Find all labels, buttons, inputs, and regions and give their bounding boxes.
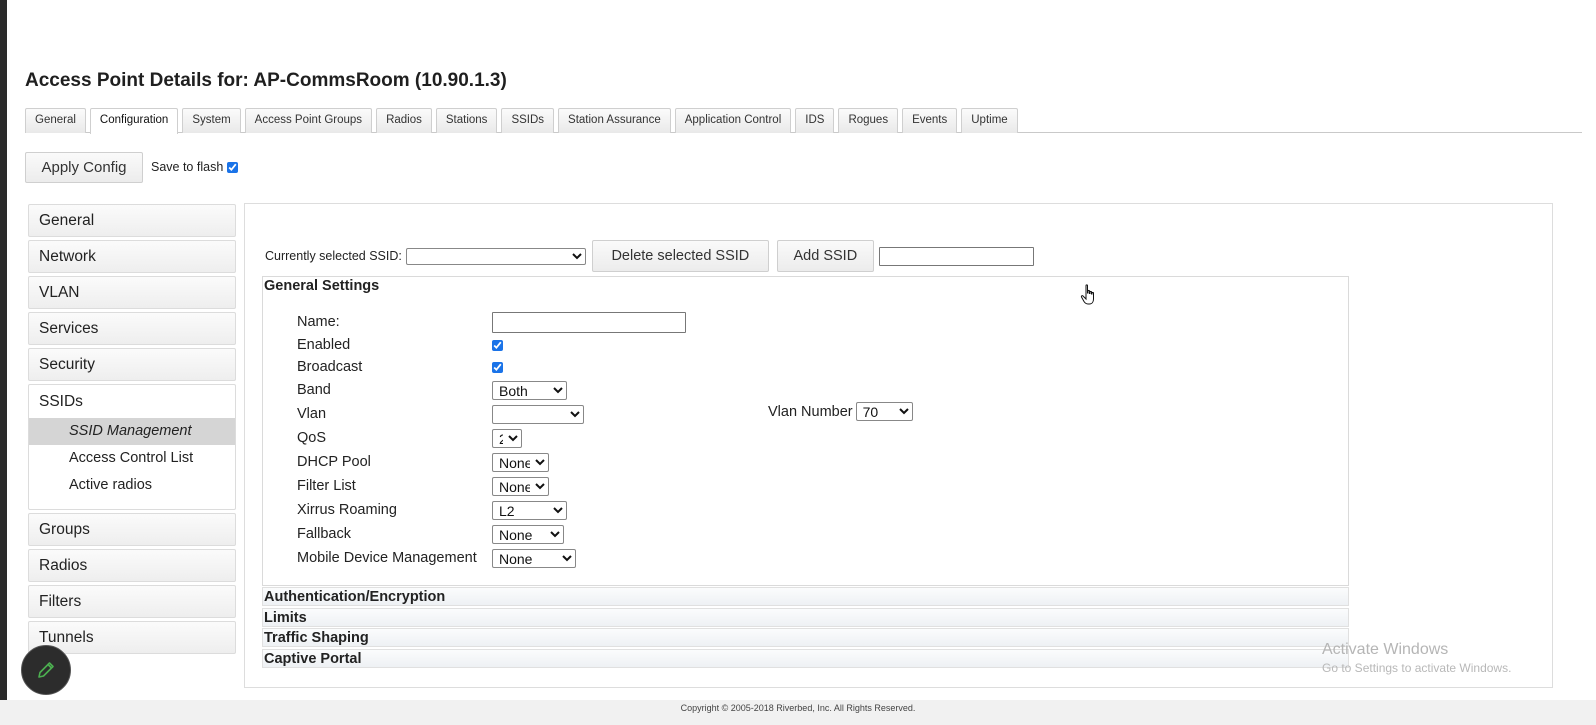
tab-bar: General Configuration System Access Poin… [25,108,1582,134]
mdm-label: Mobile Device Management [297,550,477,566]
vlan-number-select[interactable]: 70 [855,402,913,421]
dhcp-pool-select[interactable]: None [492,452,549,472]
save-to-flash: Save to flash [151,160,239,174]
ssid-selection-bar: Currently selected SSID: Delete selected… [265,240,1034,272]
xirrus-roaming-select[interactable]: L2 [492,500,567,520]
window-left-edge [0,0,7,725]
xirrus-roaming-row: Xirrus Roaming L2 [297,498,567,522]
sidebar-item-network[interactable]: Network [28,240,236,273]
section-limits[interactable]: Limits [262,608,1349,627]
qos-select[interactable]: 2 [492,428,522,448]
selected-ssid-label: Currently selected SSID: [265,249,402,263]
tab-ssids[interactable]: SSIDs [501,108,555,133]
section-traffic-shaping[interactable]: Traffic Shaping [262,628,1349,647]
filter-list-select[interactable]: None [492,476,549,496]
tab-station-assurance[interactable]: Station Assurance [558,108,671,133]
qos-row: QoS 2 [297,426,522,450]
general-settings-title: General Settings [264,278,380,294]
fallback-label: Fallback [297,526,351,542]
tab-access-point-groups[interactable]: Access Point Groups [244,108,373,133]
tab-application-control[interactable]: Application Control [674,108,792,133]
tab-radios[interactable]: Radios [376,108,432,133]
section-authentication-encryption[interactable]: Authentication/Encryption [262,587,1349,606]
add-ssid-input[interactable] [878,246,1034,266]
vlan-number-label: Vlan Number [768,403,853,420]
broadcast-label: Broadcast [297,359,363,375]
delete-ssid-button[interactable]: Delete selected SSID [591,240,769,272]
tab-configuration[interactable]: Configuration [89,108,179,134]
edit-fab-button[interactable] [21,645,71,695]
sidebar-item-groups[interactable]: Groups [28,513,236,546]
enabled-checkbox[interactable] [492,339,503,351]
footer: Copyright © 2005-2018 Riverbed, Inc. All… [0,700,1596,725]
broadcast-row: Broadcast [297,355,503,379]
mdm-select[interactable]: None [492,548,576,568]
sidebar-item-services[interactable]: Services [28,312,236,345]
xirrus-roaming-label: Xirrus Roaming [297,502,397,518]
tab-uptime[interactable]: Uptime [961,108,1018,133]
fallback-row: Fallback None [297,522,564,546]
band-label: Band [297,382,331,398]
enabled-row: Enabled [297,333,503,357]
sidebar-item-ssids[interactable]: SSIDs [29,385,235,418]
vlan-number-row: Vlan Number 70 [768,402,913,421]
qos-label: QoS [297,430,327,446]
mdm-row: Mobile Device Management None [297,546,576,570]
sidebar: General Network VLAN Services Security S… [28,204,236,657]
enabled-label: Enabled [297,337,351,353]
tab-stations[interactable]: Stations [435,108,498,133]
section-captive-portal[interactable]: Captive Portal [262,649,1349,668]
activate-windows-subtitle: Go to Settings to activate Windows. [1322,661,1512,675]
fallback-select[interactable]: None [492,524,564,544]
add-ssid-button[interactable]: Add SSID [776,240,874,272]
filter-list-label: Filter List [297,478,356,494]
tab-general[interactable]: General [25,108,86,133]
sidebar-subitem-access-control-list[interactable]: Access Control List [29,445,235,472]
save-to-flash-checkbox[interactable] [227,161,239,173]
sidebar-item-filters[interactable]: Filters [28,585,236,618]
broadcast-checkbox[interactable] [492,361,503,373]
tab-system[interactable]: System [182,108,241,133]
band-row: Band Both [297,378,567,402]
pencil-icon [38,662,54,678]
filter-list-row: Filter List None [297,474,549,498]
general-settings-section: General Settings Name: Enabled Broadcast… [262,276,1349,586]
band-select[interactable]: Both [492,380,567,400]
sidebar-item-radios[interactable]: Radios [28,549,236,582]
tab-ids[interactable]: IDS [795,108,835,133]
save-to-flash-label: Save to flash [151,160,224,174]
selected-ssid-select[interactable] [405,247,586,265]
name-row: Name: [297,310,686,334]
activate-windows-title: Activate Windows [1322,641,1449,658]
sidebar-subitem-active-radios[interactable]: Active radios [29,472,235,499]
sidebar-item-vlan[interactable]: VLAN [28,276,236,309]
copyright-text: Copyright © 2005-2018 Riverbed, Inc. All… [680,703,916,713]
page-title: Access Point Details for: AP-CommsRoom (… [25,70,507,91]
sidebar-subitem-ssid-management[interactable]: SSID Management [29,418,235,445]
vlan-row: Vlan [297,402,584,426]
vlan-label: Vlan [297,406,327,422]
apply-config-button[interactable]: Apply Config [25,152,143,183]
hand-cursor-icon [1080,284,1094,305]
dhcp-pool-row: DHCP Pool None [297,450,549,474]
dhcp-pool-label: DHCP Pool [297,454,371,470]
sidebar-item-general[interactable]: General [28,204,236,237]
tab-rogues[interactable]: Rogues [838,108,899,133]
name-label: Name: [297,314,340,330]
vlan-select[interactable] [492,404,584,424]
sidebar-item-security[interactable]: Security [28,348,236,381]
tab-events[interactable]: Events [902,108,958,133]
sidebar-group-ssids: SSIDs SSID Management Access Control Lis… [28,384,236,510]
name-input[interactable] [492,311,686,333]
